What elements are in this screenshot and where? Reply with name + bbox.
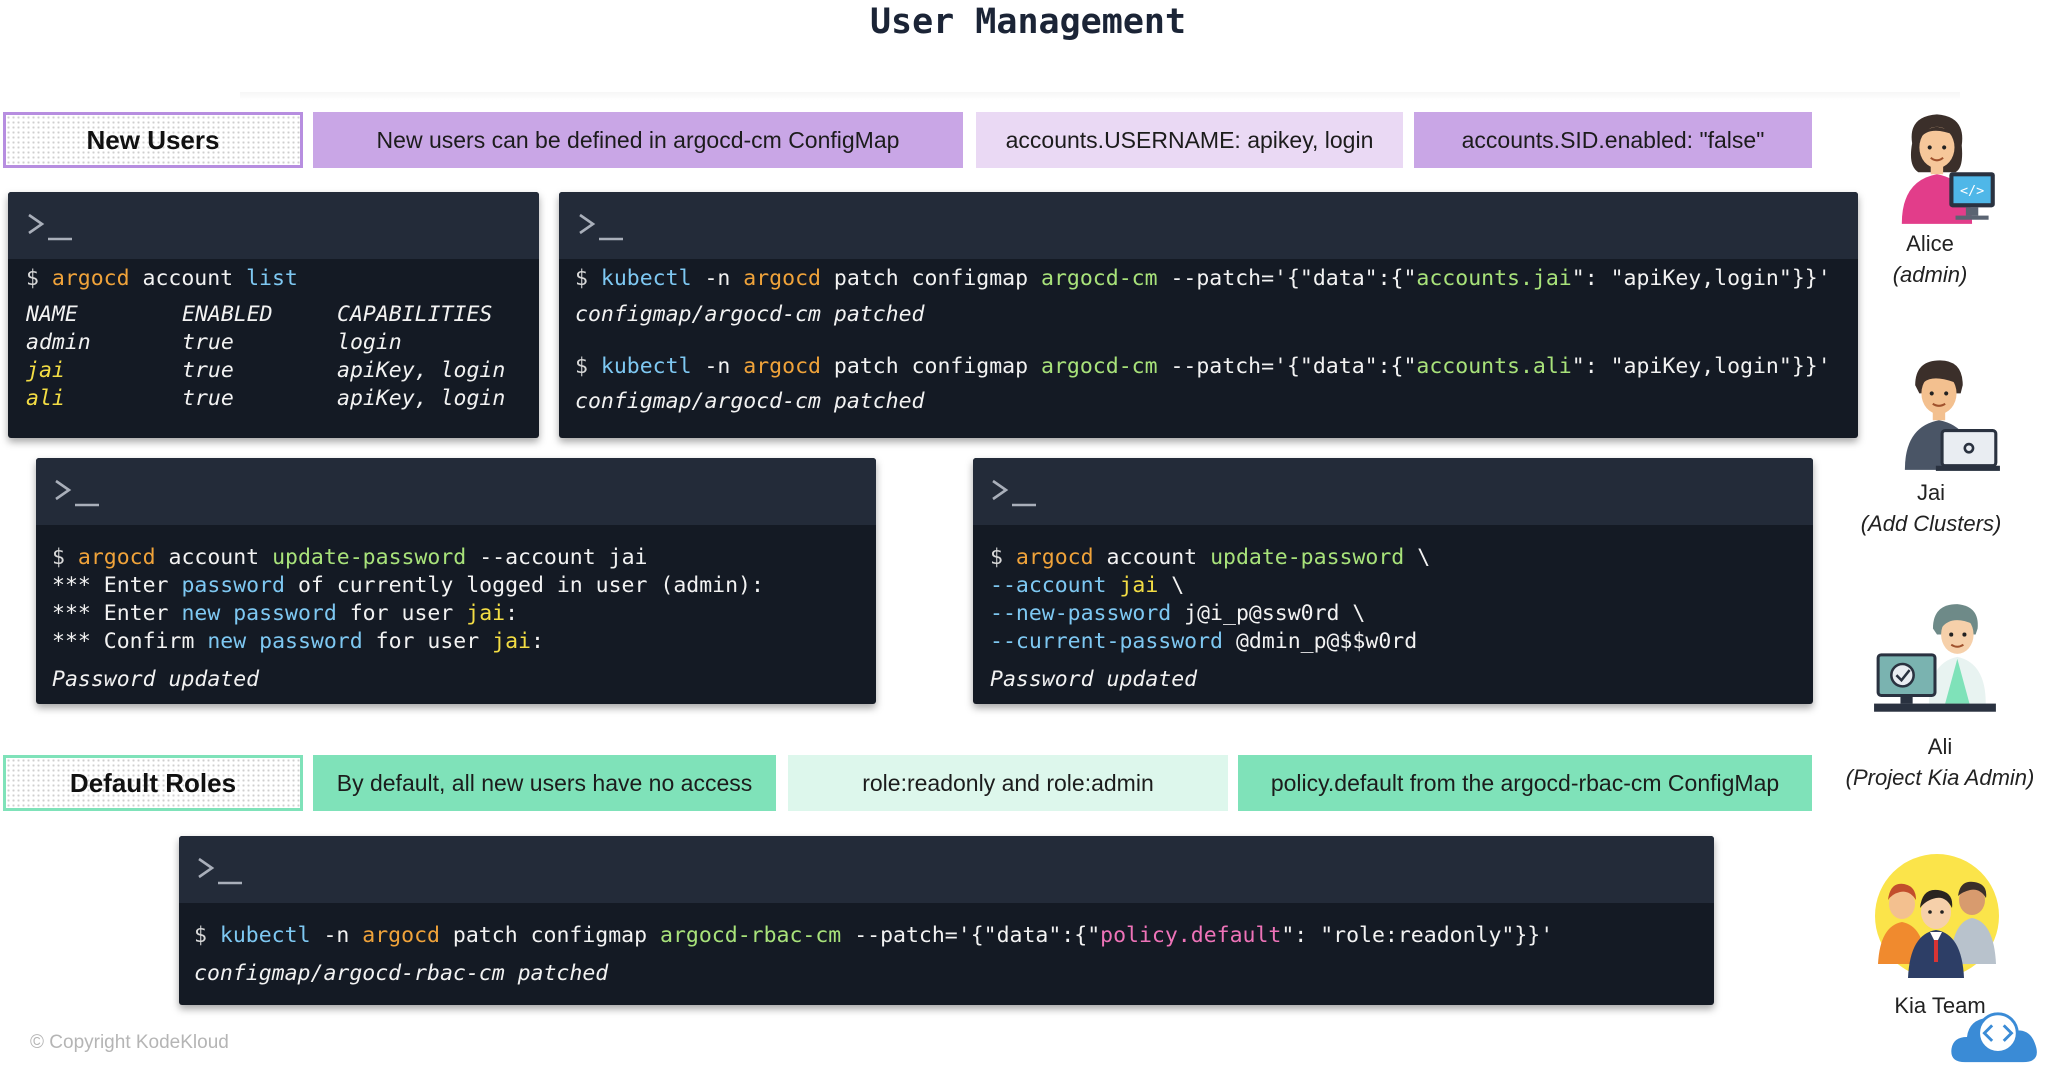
terminal-prompt-icon [198, 857, 242, 885]
table-cell-enabled: true [182, 330, 234, 355]
default-roles-pill-roles: role:readonly and role:admin [788, 755, 1228, 811]
terminal-prompt-icon [579, 213, 623, 241]
prompt-line: *** Confirm new password for user jai: [52, 629, 544, 654]
terminal-patch-accounts: $ kubectl -n argocd patch configmap argo… [559, 192, 1858, 438]
new-users-label: New Users [3, 112, 303, 168]
page-title: User Management [869, 2, 1187, 42]
terminal-header [973, 458, 1813, 525]
terminal-body: $ argocd account update-password \ --acc… [973, 525, 1813, 704]
terminal-header [8, 192, 539, 259]
new-users-pill-accounts-enabled: accounts.SID.enabled: "false" [1414, 112, 1812, 168]
terminal-prompt-icon [55, 479, 99, 507]
terminal-body: $ argocd account update-password --accou… [36, 525, 876, 704]
command-output: configmap/argocd-cm patched [575, 389, 925, 414]
table-cell-name: admin [26, 330, 91, 355]
terminal-account-list: $ argocd account list NAME ENABLED CAPAB… [8, 192, 539, 438]
default-roles-label: Default Roles [3, 755, 303, 811]
table-cell-capabilities: apiKey, login [337, 386, 506, 411]
table-cell-name: ali [26, 386, 65, 411]
command-line: $ argocd account list [26, 266, 298, 291]
person-alice: Alice (admin) [1880, 228, 1980, 290]
terminal-update-password-flags: $ argocd account update-password \ --acc… [973, 458, 1813, 704]
table-cell-enabled: true [182, 358, 234, 383]
person-ali: Ali (Project Kia Admin) [1830, 731, 2050, 793]
terminal-header [559, 192, 1858, 259]
developer-avatar-icon: </> [1901, 114, 1995, 224]
terminal-body: $ kubectl -n argocd patch configmap argo… [559, 259, 1858, 427]
terminal-rbac-patch: $ kubectl -n argocd patch configmap argo… [179, 836, 1714, 1005]
default-roles-pill-policy-default: policy.default from the argocd-rbac-cm C… [1238, 755, 1812, 811]
terminal-body: $ argocd account list NAME ENABLED CAPAB… [8, 259, 539, 438]
command-output: Password updated [52, 667, 260, 692]
command-output: configmap/argocd-rbac-cm patched [194, 961, 609, 986]
prompt-line: *** Enter password of currently logged i… [52, 573, 764, 598]
table-cell-enabled: true [182, 386, 234, 411]
terminal-header [179, 836, 1714, 903]
command-line: $ kubectl -n argocd patch configmap argo… [194, 923, 1554, 948]
command-line: $ argocd account update-password --accou… [52, 545, 648, 570]
laptop-user-icon [1904, 360, 2000, 471]
terminal-body: $ kubectl -n argocd patch configmap argo… [179, 903, 1714, 1005]
svg-text:</>: </> [1960, 184, 1984, 199]
command-output: Password updated [990, 667, 1198, 692]
table-cell-capabilities: apiKey, login [337, 358, 506, 383]
command-line: $ argocd account update-password \ [990, 545, 1431, 570]
command-line: --account jai \ [990, 573, 1185, 598]
team-group-icon [1875, 854, 1999, 978]
table-cell-name: jai [26, 358, 65, 383]
table-header-name: NAME [26, 302, 78, 327]
command-output: configmap/argocd-cm patched [575, 302, 925, 327]
person-role: (Project Kia Admin) [1845, 765, 2035, 790]
terminal-prompt-icon [28, 213, 72, 241]
code-cloud-logo-icon[interactable] [1946, 1008, 2046, 1066]
command-line: --current-password @dmin_p@$$w0rd [990, 629, 1418, 654]
prompt-line: *** Enter new password for user jai: [52, 601, 519, 626]
new-users-pill-configmap: New users can be defined in argocd-cm Co… [313, 112, 963, 168]
new-users-pill-accounts-username: accounts.USERNAME: apikey, login [976, 112, 1403, 168]
terminal-update-password-interactive: $ argocd account update-password --accou… [36, 458, 876, 704]
table-header-enabled: ENABLED [182, 302, 273, 327]
command-line: $ kubectl -n argocd patch configmap argo… [575, 354, 1831, 379]
person-role: (admin) [1892, 262, 1968, 287]
table-header-capabilities: CAPABILITIES [337, 302, 493, 327]
command-line: $ kubectl -n argocd patch configmap argo… [575, 266, 1831, 291]
person-name: Ali [1927, 734, 1953, 759]
title-divider [240, 92, 1960, 100]
person-name: Alice [1906, 231, 1954, 256]
table-cell-capabilities: login [337, 330, 402, 355]
copyright-text: © Copyright KodeKloud [30, 1032, 229, 1053]
terminal-prompt-icon [992, 479, 1036, 507]
command-line: --new-password j@i_p@ssw0rd \ [990, 601, 1366, 626]
person-role: (Add Clusters) [1860, 511, 2002, 536]
terminal-header [36, 458, 876, 525]
admin-workstation-icon [1874, 604, 1996, 712]
default-roles-pill-no-access: By default, all new users have no access [313, 755, 776, 811]
person-name: Jai [1916, 480, 1946, 505]
person-jai: Jai (Add Clusters) [1851, 477, 2011, 539]
